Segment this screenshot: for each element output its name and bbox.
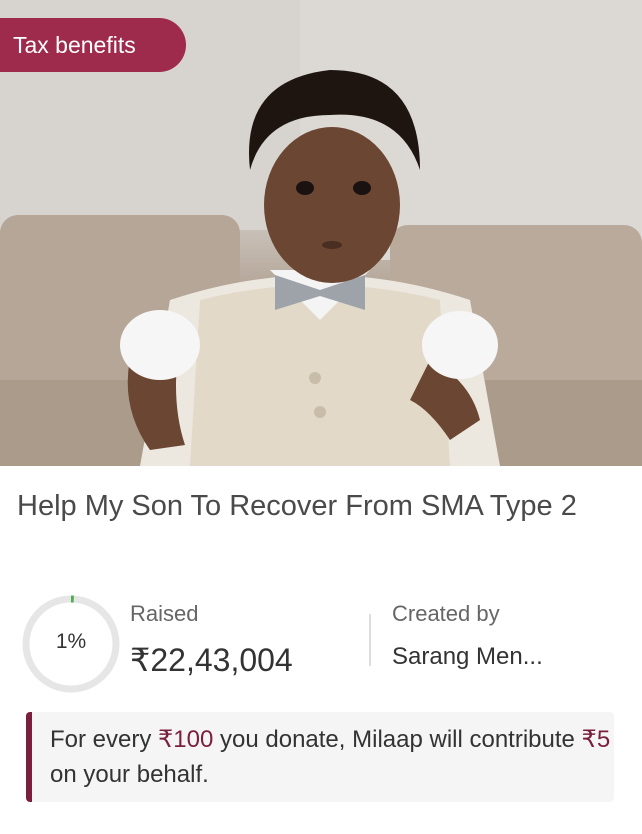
raised-label: Raised [130, 601, 199, 626]
divider [369, 614, 371, 666]
campaign-title[interactable]: Help My Son To Recover From SMA Type 2 [17, 484, 627, 529]
campaign-card[interactable]: Tax benefits Help My Son To Recover From… [0, 0, 642, 834]
notice-text-3: on your behalf. [50, 761, 209, 788]
created-by-label: Created by [392, 601, 500, 626]
notice-amount-5: ₹5 [581, 726, 611, 753]
raised-amount: ₹22,43,004 [130, 642, 293, 678]
creator-name[interactable]: Sarang Men... [392, 643, 543, 671]
progress-percent: 1% [55, 630, 87, 653]
notice-amount-100: ₹100 [158, 726, 214, 753]
campaign-photo[interactable]: Tax benefits [0, 0, 642, 466]
notice-text-2: you donate, Milaap will contribute [213, 726, 582, 753]
matching-donation-notice: For every ₹100 you donate, Milaap will c… [26, 712, 614, 802]
notice-text-1: For every [50, 726, 159, 753]
tax-benefits-badge: Tax benefits [0, 18, 186, 72]
